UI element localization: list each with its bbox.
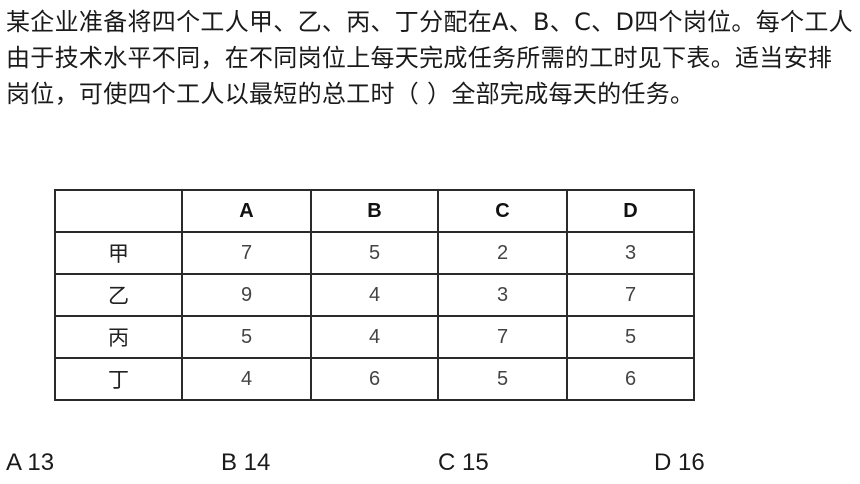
table-cell: 5 — [437, 357, 568, 401]
table-cell: 6 — [310, 357, 439, 401]
option-c[interactable]: C 15 — [438, 446, 489, 480]
option-b[interactable]: B 14 — [221, 446, 270, 480]
table-row: 丁 4 6 5 6 — [54, 357, 695, 401]
answer-options: A 13 B 14 C 15 D 16 — [6, 446, 856, 480]
row-header-worker: 甲 — [54, 231, 183, 275]
table-cell: 5 — [181, 315, 312, 359]
table-cell: 4 — [310, 315, 439, 359]
table-cell: 7 — [437, 315, 568, 359]
row-header-worker: 丁 — [54, 357, 183, 401]
table-cell: 3 — [566, 231, 695, 275]
table-cell: 5 — [566, 315, 695, 359]
question-text: 某企业准备将四个工人甲、乙、丙、丁分配在A、B、C、D四个岗位。每个工人由于技术… — [6, 8, 853, 108]
column-header-d: D — [566, 189, 695, 233]
table-cell: 4 — [310, 273, 439, 317]
column-header-b: B — [310, 189, 439, 233]
column-header-a: A — [181, 189, 312, 233]
row-header-worker: 丙 — [54, 315, 183, 359]
option-a[interactable]: A 13 — [6, 446, 54, 480]
table-cell: 5 — [310, 231, 439, 275]
column-header-c: C — [437, 189, 568, 233]
row-header-worker: 乙 — [54, 273, 183, 317]
table-cell: 6 — [566, 357, 695, 401]
table-header-row: A B C D — [54, 189, 695, 233]
table-cell: 9 — [181, 273, 312, 317]
table-cell: 7 — [181, 231, 312, 275]
option-d[interactable]: D 16 — [654, 446, 705, 480]
table-row: 甲 7 5 2 3 — [54, 231, 695, 275]
table-row: 丙 5 4 7 5 — [54, 315, 695, 359]
table-corner-cell — [54, 189, 183, 233]
table-row: 乙 9 4 3 7 — [54, 273, 695, 317]
table-cell: 4 — [181, 357, 312, 401]
table-cell: 2 — [437, 231, 568, 275]
table-cell: 3 — [437, 273, 568, 317]
hours-table: A B C D 甲 7 5 2 3 乙 9 4 3 7 丙 5 4 7 5 丁 … — [54, 189, 695, 401]
table-cell: 7 — [566, 273, 695, 317]
